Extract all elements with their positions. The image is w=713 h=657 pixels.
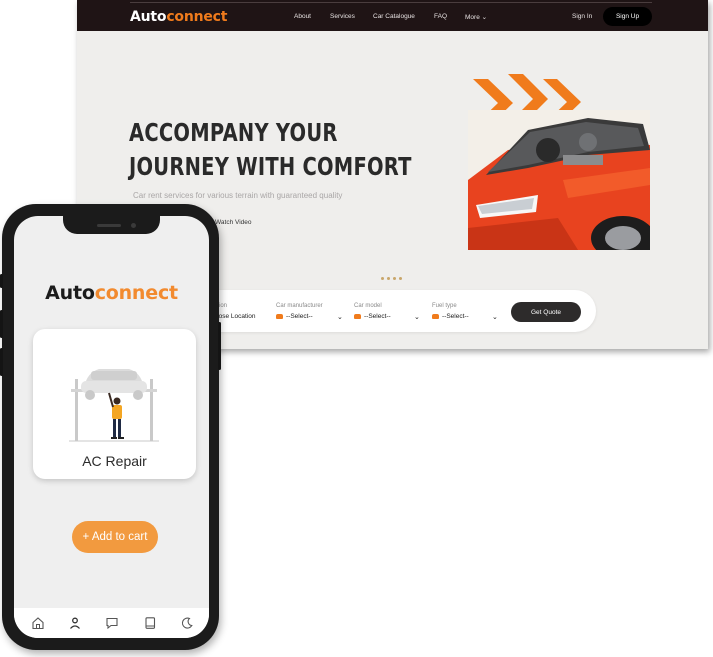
location-label: ion [219, 303, 228, 309]
car-icon [276, 314, 283, 319]
logo-text-auto: Auto [45, 282, 95, 304]
car-icon [354, 314, 361, 319]
carousel-dot[interactable] [387, 277, 390, 280]
model-label: Car model [354, 303, 382, 309]
service-card[interactable]: AC Repair [33, 329, 196, 479]
get-quote-button[interactable]: Get Quote [511, 302, 581, 322]
carousel-dot[interactable] [381, 277, 384, 280]
person-icon[interactable] [68, 616, 82, 630]
carousel-dot[interactable] [393, 277, 396, 280]
site-logo[interactable]: Autoconnect [130, 9, 227, 25]
logo-text-connect: connect [94, 282, 178, 304]
chat-icon[interactable] [105, 616, 119, 630]
manufacturer-select[interactable]: --Select-- [276, 313, 313, 320]
fuel-select[interactable]: --Select-- [432, 313, 469, 320]
car-icon [432, 314, 439, 319]
hero-subtitle: Car rent services for various terrain wi… [133, 191, 343, 200]
add-to-cart-button[interactable]: + Add to cart [72, 521, 158, 553]
manufacturer-label: Car manufacturer [276, 303, 323, 309]
book-icon[interactable] [143, 616, 157, 630]
manufacturer-value: --Select-- [286, 313, 313, 320]
phone-screen: Autoconnect AC Repair + Add to cart [14, 216, 209, 638]
nav-car-catalogue[interactable]: Car Catalogue [373, 13, 415, 20]
fuel-value: --Select-- [442, 313, 469, 320]
phone-notch [63, 216, 160, 234]
hero-title: ACCOMPANY YOUR JOURNEY WITH COMFORT [129, 116, 412, 184]
nav-faq[interactable]: FAQ [434, 13, 447, 20]
mockup-stage: Autoconnect About Services Car Catalogue… [0, 0, 713, 657]
phone-side-button [0, 274, 3, 288]
service-card-title: AC Repair [82, 453, 147, 469]
chevron-down-icon[interactable]: ⌄ [414, 313, 420, 321]
nav-sign-in[interactable]: Sign In [572, 13, 592, 20]
phone-mockup: Autoconnect AC Repair + Add to cart [0, 204, 221, 650]
hero-title-line-2: JOURNEY WITH COMFORT [129, 152, 412, 181]
chevron-down-icon[interactable]: ⌄ [337, 313, 343, 321]
fuel-label: Fuel type [432, 303, 457, 309]
sign-up-button[interactable]: Sign Up [603, 7, 652, 26]
phone-power-button [218, 322, 221, 370]
nav-more[interactable]: More ⌄ [465, 13, 487, 21]
chevron-down-icon[interactable]: ⌄ [492, 313, 498, 321]
hero-title-line-1: ACCOMPANY YOUR [129, 118, 338, 147]
model-select[interactable]: --Select-- [354, 313, 391, 320]
front-camera [131, 223, 136, 228]
app-logo: Autoconnect [14, 282, 209, 304]
carousel-dots[interactable] [381, 277, 402, 280]
nav-services[interactable]: Services [330, 13, 355, 20]
nav-divider [130, 2, 652, 3]
carousel-dot[interactable] [399, 277, 402, 280]
nav-about[interactable]: About [294, 13, 311, 20]
phone-side-button [0, 348, 3, 376]
mechanic-illustration [69, 369, 159, 442]
location-select[interactable]: oose Location [215, 313, 255, 320]
phone-side-button [0, 310, 3, 338]
moon-icon[interactable] [180, 616, 194, 630]
bottom-tab-bar [14, 608, 209, 638]
chevron-down-icon: ⌄ [481, 14, 488, 21]
nav-more-label: More [465, 14, 480, 21]
hero-car-image [468, 110, 650, 250]
logo-text-auto: Auto [130, 9, 167, 25]
home-icon[interactable] [31, 616, 45, 630]
top-navbar: Autoconnect About Services Car Catalogue… [77, 0, 708, 31]
speaker-grille [97, 224, 121, 227]
watch-video-link[interactable]: Watch Video [215, 219, 252, 226]
model-value: --Select-- [364, 313, 391, 320]
logo-text-connect: connect [166, 9, 228, 25]
